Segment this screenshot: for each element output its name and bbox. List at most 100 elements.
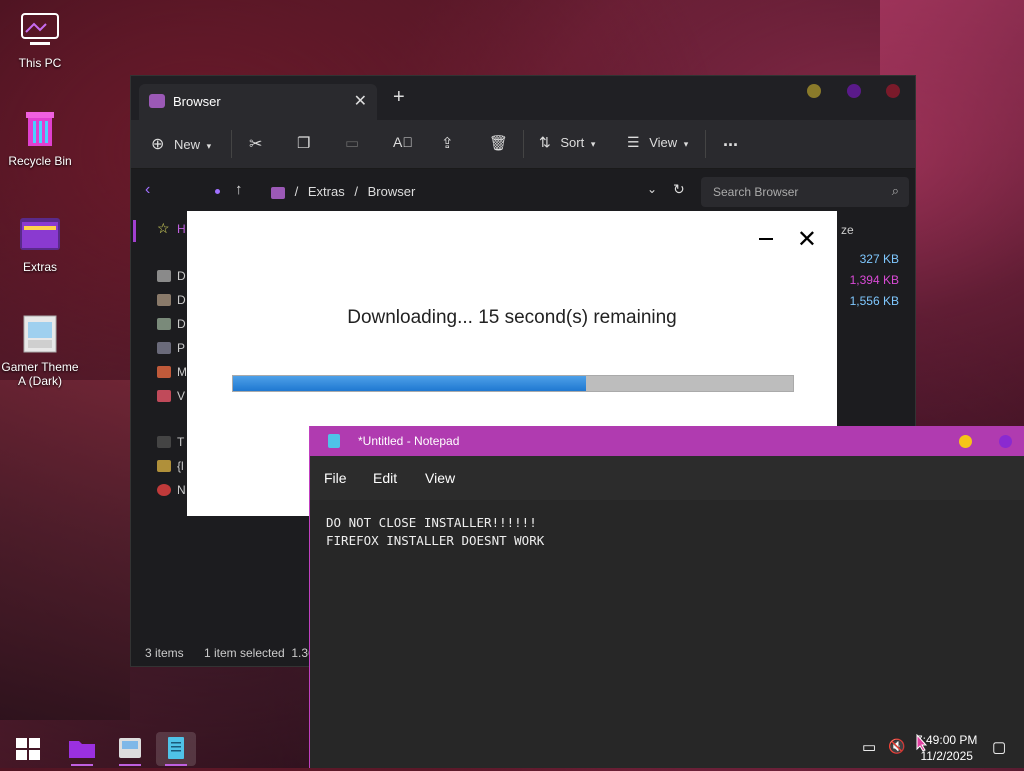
start-button[interactable] [8,732,48,766]
taskbar-file-explorer[interactable] [62,732,102,766]
nav-item-home[interactable]: H [177,222,186,236]
close-icon[interactable]: ✕ [797,225,817,253]
menu-file[interactable]: File [324,470,347,486]
desktop-icon-label: This PC [18,56,62,70]
explorer-tab[interactable]: Browser ✕ [139,84,377,120]
item-count: 3 items [145,646,184,660]
wallpaper-glow [0,380,130,720]
nav-item[interactable]: D [177,317,186,331]
toolbar-divider [231,130,232,158]
download-message: Downloading... 15 second(s) remaining [347,307,677,328]
nav-item[interactable]: P [177,341,185,355]
taskbar-notepad[interactable] [156,732,196,766]
nav-item-icon [157,484,171,496]
plus-circle-icon: ⊕ [151,136,165,153]
new-tab-button[interactable]: + [393,86,405,109]
network-icon[interactable]: ▭ [862,738,876,756]
notepad-icon [328,434,340,448]
address-bar-row: ‹ ↑ / Extras / Browser ⌄ ↻ Search Browse… [131,169,915,215]
progress-fill [233,376,586,391]
size-column-header[interactable]: ze [841,223,854,237]
menu-view[interactable]: View [425,470,455,486]
text-line: DO NOT CLOSE INSTALLER!!!!!! [326,515,537,530]
file-size: 1,394 KB [849,273,899,287]
nav-item[interactable]: N [177,483,186,497]
maximize-button[interactable] [847,84,861,98]
explorer-toolbar: ⊕ New ▾ ✂ ❐ ▭ A⃞ ⇪ 🗑 ⇅ Sort ▾ ☰ View ▾ .… [131,120,915,169]
search-input[interactable]: Search Browser ⌕ [701,177,909,207]
nav-item-icon [157,366,171,378]
nav-item[interactable]: D [177,269,186,283]
new-label: New [174,137,201,152]
search-icon: ⌕ [891,183,899,198]
toolbar-divider [705,130,706,158]
toolbar-divider [523,130,524,158]
notepad-text-area[interactable]: DO NOT CLOSE INSTALLER!!!!!! FIREFOX INST… [326,514,544,550]
nav-item-icon [157,294,171,306]
close-tab-icon[interactable]: ✕ [354,91,367,111]
desktop-icon-recycle-bin[interactable]: Recycle Bin [0,106,80,168]
window-title: *Untitled - Notepad [358,434,460,448]
desktop-icon-this-pc[interactable]: This PC [0,8,80,70]
rename-icon[interactable]: A⃞ [393,134,413,150]
chevron-down-icon[interactable]: ⌄ [647,182,657,196]
file-size: 1,556 KB [849,294,899,308]
desktop-icon-label: Gamer Theme A (Dark) [1,360,79,388]
nav-item[interactable]: T [177,435,184,449]
chevron-down-icon: ▾ [206,141,212,151]
nav-item[interactable]: M [177,365,187,379]
app-icon [119,738,141,766]
sort-button[interactable]: ⇅ Sort ▾ [539,134,595,151]
notification-icon[interactable]: ▢ [992,738,1006,756]
selection-info: 1 item selected 1.36 [204,646,315,660]
desktop-icon-label: Extras [22,260,57,274]
sort-label: Sort [560,135,585,150]
up-arrow-icon[interactable]: ↑ [235,181,243,198]
close-window-button[interactable] [886,84,900,98]
volume-muted-icon[interactable]: 🔇 [888,738,905,755]
paste-icon[interactable]: ▭ [345,134,359,152]
folder-icon [271,186,285,199]
more-options-button[interactable]: ... [723,130,738,151]
minimize-button[interactable] [959,435,972,448]
nav-item-icon [157,270,171,282]
view-list-icon: ☰ [627,134,640,150]
star-icon[interactable]: ☆ [157,220,170,237]
view-button[interactable]: ☰ View ▾ [627,134,688,151]
taskbar: ▭ 🔇 7:49:00 PM 11/2/2025 ▢ [0,728,1024,768]
menu-edit[interactable]: Edit [373,470,397,486]
nav-selected-bar [133,220,136,242]
recycle-bin-icon [18,106,62,150]
windows-logo-icon [16,738,40,760]
mouse-cursor-icon [916,734,928,752]
delete-icon[interactable]: 🗑 [489,134,508,152]
breadcrumb-item[interactable]: Browser [368,184,416,199]
breadcrumb-separator: / [354,184,358,199]
new-button[interactable]: ⊕ New ▾ [151,134,211,154]
notepad-icon [165,737,187,766]
share-icon[interactable]: ⇪ [441,134,454,152]
breadcrumb-item[interactable]: Extras [308,184,345,199]
view-label: View [649,135,678,150]
folder-icon [149,94,165,108]
minimize-icon[interactable] [759,238,773,240]
search-placeholder: Search Browser [713,185,799,199]
refresh-icon[interactable]: ↻ [673,181,685,198]
nav-item[interactable]: D [177,293,186,307]
taskbar-app[interactable] [110,732,150,766]
folder-game-icon [18,212,62,256]
notepad-window: *Untitled - Notepad File Edit View DO NO… [309,426,1024,768]
maximize-button[interactable] [999,435,1012,448]
back-arrow-icon[interactable]: ‹ [145,181,150,199]
notepad-menu-bar: File Edit View [310,456,1024,500]
minimize-button[interactable] [807,84,821,98]
desktop-icon-gamer-theme[interactable]: Gamer Theme A (Dark) [0,312,80,388]
cut-icon[interactable]: ✂ [249,134,262,154]
nav-item-icon [157,390,171,402]
copy-icon[interactable]: ❐ [297,134,310,152]
desktop-icon-extras[interactable]: Extras [0,212,80,274]
nav-item-icon [157,436,171,448]
nav-item[interactable]: {l [177,459,184,473]
desktop-icon-label: Recycle Bin [8,154,72,168]
nav-item[interactable]: V [177,389,185,403]
